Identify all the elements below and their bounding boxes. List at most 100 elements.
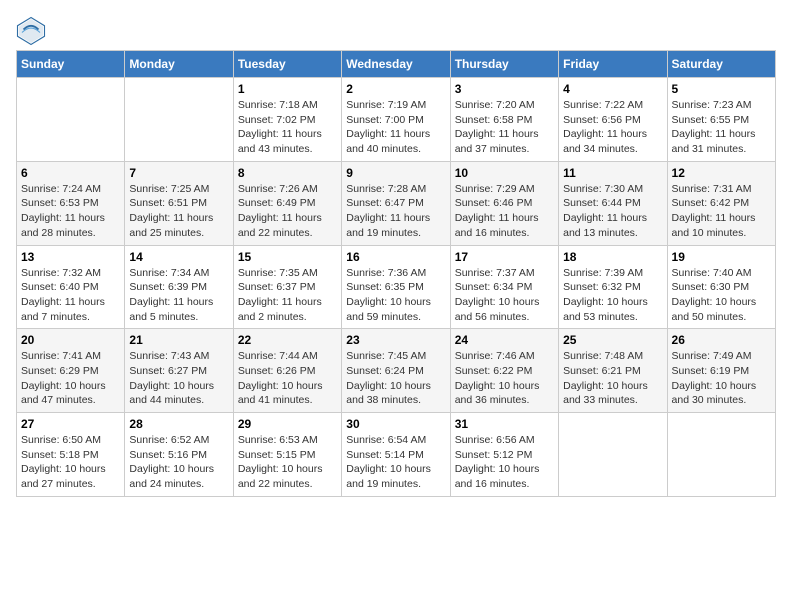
logo (16, 16, 50, 46)
day-info: Sunrise: 7:26 AM Sunset: 6:49 PM Dayligh… (238, 182, 337, 241)
day-number: 19 (672, 250, 771, 264)
logo-icon (16, 16, 46, 46)
day-number: 27 (21, 417, 120, 431)
day-info: Sunrise: 7:49 AM Sunset: 6:19 PM Dayligh… (672, 349, 771, 408)
calendar-week-row: 1 Sunrise: 7:18 AM Sunset: 7:02 PM Daylig… (17, 78, 776, 162)
day-info: Sunrise: 7:31 AM Sunset: 6:42 PM Dayligh… (672, 182, 771, 241)
calendar-cell: 13 Sunrise: 7:32 AM Sunset: 6:40 PM Dayli… (17, 245, 125, 329)
calendar-cell: 26Sunrise: 7:49 AM Sunset: 6:19 PM Dayli… (667, 329, 775, 413)
day-info: Sunrise: 7:41 AM Sunset: 6:29 PM Dayligh… (21, 349, 120, 408)
day-number: 18 (563, 250, 662, 264)
day-number: 8 (238, 166, 337, 180)
day-number: 28 (129, 417, 228, 431)
day-info: Sunrise: 7:44 AM Sunset: 6:26 PM Dayligh… (238, 349, 337, 408)
day-info: Sunrise: 7:23 AM Sunset: 6:55 PM Dayligh… (672, 98, 771, 157)
day-number: 31 (455, 417, 554, 431)
day-number: 21 (129, 333, 228, 347)
calendar-week-row: 13 Sunrise: 7:32 AM Sunset: 6:40 PM Dayli… (17, 245, 776, 329)
calendar-cell (667, 413, 775, 497)
day-info: Sunrise: 7:30 AM Sunset: 6:44 PM Dayligh… (563, 182, 662, 241)
page-header (16, 16, 776, 46)
calendar-table: SundayMondayTuesdayWednesdayThursdayFrid… (16, 50, 776, 497)
day-info: Sunrise: 7:18 AM Sunset: 7:02 PM Dayligh… (238, 98, 337, 157)
calendar-header-tuesday: Tuesday (233, 51, 341, 78)
calendar-header-thursday: Thursday (450, 51, 558, 78)
day-number: 13 (21, 250, 120, 264)
calendar-cell (125, 78, 233, 162)
day-info: Sunrise: 7:37 AM Sunset: 6:34 PM Dayligh… (455, 266, 554, 325)
calendar-week-row: 6 Sunrise: 7:24 AM Sunset: 6:53 PM Daylig… (17, 161, 776, 245)
day-number: 24 (455, 333, 554, 347)
day-number: 1 (238, 82, 337, 96)
calendar-cell: 18 Sunrise: 7:39 AM Sunset: 6:32 PM Dayli… (559, 245, 667, 329)
day-info: Sunrise: 7:40 AM Sunset: 6:30 PM Dayligh… (672, 266, 771, 325)
day-info: Sunrise: 7:35 AM Sunset: 6:37 PM Dayligh… (238, 266, 337, 325)
day-info: Sunrise: 7:34 AM Sunset: 6:39 PM Dayligh… (129, 266, 228, 325)
day-number: 4 (563, 82, 662, 96)
day-info: Sunrise: 7:24 AM Sunset: 6:53 PM Dayligh… (21, 182, 120, 241)
day-number: 9 (346, 166, 445, 180)
calendar-cell: 22 Sunrise: 7:44 AM Sunset: 6:26 PM Dayli… (233, 329, 341, 413)
day-number: 5 (672, 82, 771, 96)
calendar-week-row: 20 Sunrise: 7:41 AM Sunset: 6:29 PM Dayli… (17, 329, 776, 413)
calendar-cell: 9Sunrise: 7:28 AM Sunset: 6:47 PM Daylig… (342, 161, 450, 245)
calendar-cell: 6 Sunrise: 7:24 AM Sunset: 6:53 PM Daylig… (17, 161, 125, 245)
calendar-header-monday: Monday (125, 51, 233, 78)
day-number: 11 (563, 166, 662, 180)
day-number: 23 (346, 333, 445, 347)
day-info: Sunrise: 7:45 AM Sunset: 6:24 PM Dayligh… (346, 349, 445, 408)
calendar-cell (559, 413, 667, 497)
calendar-cell: 17 Sunrise: 7:37 AM Sunset: 6:34 PM Dayli… (450, 245, 558, 329)
day-number: 14 (129, 250, 228, 264)
calendar-cell: 21 Sunrise: 7:43 AM Sunset: 6:27 PM Dayli… (125, 329, 233, 413)
calendar-cell: 14 Sunrise: 7:34 AM Sunset: 6:39 PM Dayli… (125, 245, 233, 329)
calendar-header-saturday: Saturday (667, 51, 775, 78)
day-number: 20 (21, 333, 120, 347)
calendar-week-row: 27Sunrise: 6:50 AM Sunset: 5:18 PM Dayli… (17, 413, 776, 497)
day-number: 29 (238, 417, 337, 431)
day-number: 22 (238, 333, 337, 347)
day-number: 3 (455, 82, 554, 96)
calendar-cell: 15 Sunrise: 7:35 AM Sunset: 6:37 PM Dayli… (233, 245, 341, 329)
day-number: 6 (21, 166, 120, 180)
day-info: Sunrise: 7:29 AM Sunset: 6:46 PM Dayligh… (455, 182, 554, 241)
day-info: Sunrise: 6:52 AM Sunset: 5:16 PM Dayligh… (129, 433, 228, 492)
day-info: Sunrise: 7:43 AM Sunset: 6:27 PM Dayligh… (129, 349, 228, 408)
calendar-cell: 2Sunrise: 7:19 AM Sunset: 7:00 PM Daylig… (342, 78, 450, 162)
day-info: Sunrise: 7:20 AM Sunset: 6:58 PM Dayligh… (455, 98, 554, 157)
day-number: 25 (563, 333, 662, 347)
day-info: Sunrise: 7:39 AM Sunset: 6:32 PM Dayligh… (563, 266, 662, 325)
day-info: Sunrise: 6:54 AM Sunset: 5:14 PM Dayligh… (346, 433, 445, 492)
calendar-cell: 24 Sunrise: 7:46 AM Sunset: 6:22 PM Dayli… (450, 329, 558, 413)
calendar-cell: 19 Sunrise: 7:40 AM Sunset: 6:30 PM Dayli… (667, 245, 775, 329)
day-number: 16 (346, 250, 445, 264)
calendar-cell: 4 Sunrise: 7:22 AM Sunset: 6:56 PM Daylig… (559, 78, 667, 162)
calendar-cell: 28 Sunrise: 6:52 AM Sunset: 5:16 PM Dayli… (125, 413, 233, 497)
calendar-cell: 7 Sunrise: 7:25 AM Sunset: 6:51 PM Daylig… (125, 161, 233, 245)
calendar-header-sunday: Sunday (17, 51, 125, 78)
calendar-cell: 5 Sunrise: 7:23 AM Sunset: 6:55 PM Daylig… (667, 78, 775, 162)
calendar-cell: 8 Sunrise: 7:26 AM Sunset: 6:49 PM Daylig… (233, 161, 341, 245)
calendar-cell: 11 Sunrise: 7:30 AM Sunset: 6:44 PM Dayli… (559, 161, 667, 245)
day-info: Sunrise: 7:46 AM Sunset: 6:22 PM Dayligh… (455, 349, 554, 408)
day-info: Sunrise: 6:53 AM Sunset: 5:15 PM Dayligh… (238, 433, 337, 492)
day-info: Sunrise: 7:25 AM Sunset: 6:51 PM Dayligh… (129, 182, 228, 241)
day-number: 2 (346, 82, 445, 96)
calendar-header-row: SundayMondayTuesdayWednesdayThursdayFrid… (17, 51, 776, 78)
day-number: 17 (455, 250, 554, 264)
calendar-cell: 20 Sunrise: 7:41 AM Sunset: 6:29 PM Dayli… (17, 329, 125, 413)
calendar-cell: 10Sunrise: 7:29 AM Sunset: 6:46 PM Dayli… (450, 161, 558, 245)
calendar-header-wednesday: Wednesday (342, 51, 450, 78)
calendar-cell: 31Sunrise: 6:56 AM Sunset: 5:12 PM Dayli… (450, 413, 558, 497)
calendar-cell: 29 Sunrise: 6:53 AM Sunset: 5:15 PM Dayli… (233, 413, 341, 497)
day-info: Sunrise: 7:32 AM Sunset: 6:40 PM Dayligh… (21, 266, 120, 325)
day-number: 30 (346, 417, 445, 431)
calendar-cell: 23 Sunrise: 7:45 AM Sunset: 6:24 PM Dayli… (342, 329, 450, 413)
calendar-cell: 1 Sunrise: 7:18 AM Sunset: 7:02 PM Daylig… (233, 78, 341, 162)
day-info: Sunrise: 7:36 AM Sunset: 6:35 PM Dayligh… (346, 266, 445, 325)
day-number: 12 (672, 166, 771, 180)
day-info: Sunrise: 7:22 AM Sunset: 6:56 PM Dayligh… (563, 98, 662, 157)
day-number: 7 (129, 166, 228, 180)
day-number: 15 (238, 250, 337, 264)
calendar-cell: 25Sunrise: 7:48 AM Sunset: 6:21 PM Dayli… (559, 329, 667, 413)
